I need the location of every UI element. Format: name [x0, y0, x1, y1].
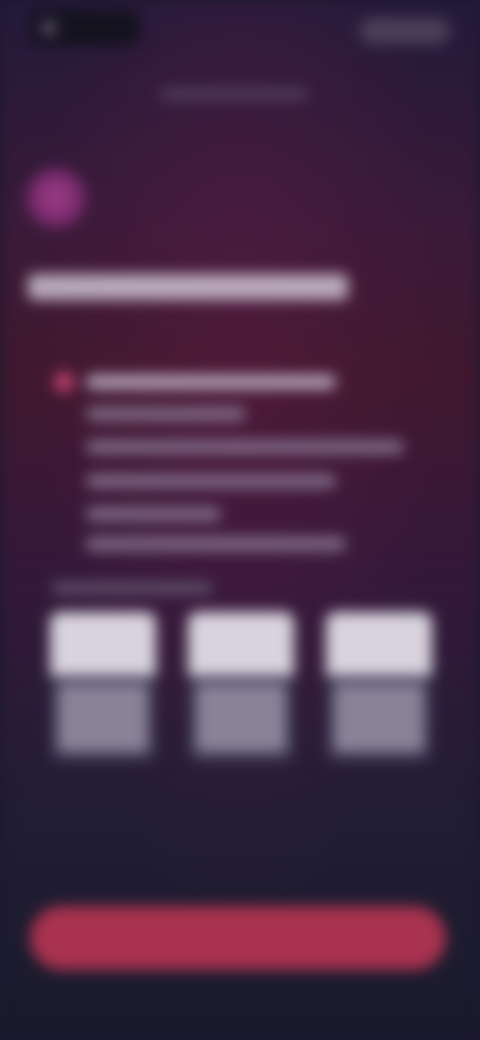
check-icon	[54, 372, 74, 392]
description-line	[86, 474, 336, 488]
preview-card-image	[50, 612, 156, 676]
background-glow	[0, 0, 480, 1040]
top-right-button[interactable]	[360, 18, 450, 44]
app-logo-icon	[42, 21, 56, 35]
description-line	[86, 440, 404, 454]
app-logo[interactable]	[30, 10, 140, 46]
preview-card-label	[196, 684, 286, 752]
description-line	[86, 407, 246, 421]
preview-card-image	[326, 612, 432, 676]
brand-orb-icon	[26, 168, 86, 228]
description-line	[86, 507, 221, 521]
description-line	[86, 375, 336, 389]
description-line	[86, 537, 346, 551]
preview-card-image	[188, 612, 294, 676]
primary-action-button[interactable]	[30, 906, 446, 970]
preview-card[interactable]	[50, 612, 156, 762]
page-title	[28, 274, 348, 300]
preview-caption	[52, 582, 212, 594]
page-subtitle	[160, 88, 308, 100]
preview-card-label	[58, 684, 148, 752]
onboarding-screen	[0, 0, 480, 1040]
preview-card-label	[334, 684, 424, 752]
preview-card[interactable]	[326, 612, 432, 762]
preview-card[interactable]	[188, 612, 294, 762]
